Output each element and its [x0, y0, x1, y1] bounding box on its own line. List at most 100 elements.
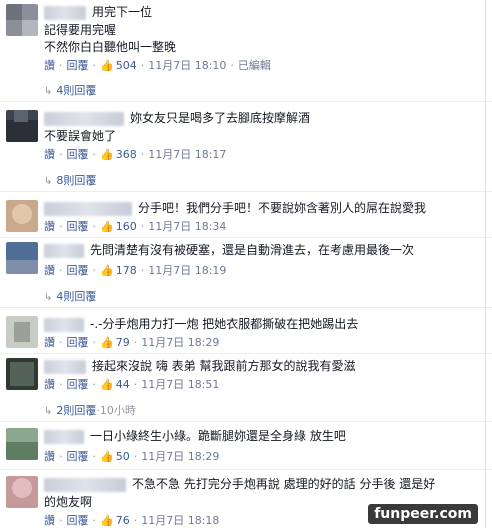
avatar[interactable] — [6, 200, 38, 232]
comment-line: 不然你白白聽他叫一整晚 — [44, 40, 177, 54]
like-count[interactable]: 504 — [116, 59, 137, 72]
comment-line: 不急不急 先打完分手炮再說 處理的好的話 分手後 還是好 — [132, 477, 436, 491]
avatar[interactable] — [6, 242, 38, 274]
avatar[interactable] — [6, 110, 38, 142]
thumbs-up-icon: 👍 — [100, 450, 114, 463]
comment-meta: 讚 · 回覆 · 👍 79 · 11月7日 18:29 — [44, 336, 220, 349]
comment-line: 妳女友只是喝多了去腳底按摩解酒 — [130, 111, 311, 125]
commenter-name-blurred[interactable] — [44, 112, 124, 126]
comment-meta: 讚 · 回覆 · 👍 76 · 11月7日 18:18 — [44, 514, 220, 527]
comment-line: 分手吧！我們分手吧！不要說妳含著別人的屌在說愛我 — [138, 201, 427, 215]
comment-date[interactable]: 11月7日 18:51 — [141, 378, 219, 391]
reply-link[interactable]: 回覆 — [67, 336, 89, 349]
commenter-name-blurred[interactable] — [44, 478, 126, 492]
thumbs-up-icon: 👍 — [100, 59, 114, 72]
comment-line: 一日小綠終生小綠。跪斷腿妳還是全身綠 放生吧 — [90, 429, 346, 443]
reply-arrow-icon: ↳ — [44, 176, 53, 187]
divider — [0, 237, 492, 238]
avatar[interactable] — [6, 4, 38, 36]
like-count[interactable]: 178 — [116, 264, 137, 277]
reply-link[interactable]: 回覆 — [67, 220, 89, 233]
thumbs-up-icon: 👍 — [100, 514, 114, 527]
comment-line: 不要誤會她了 — [44, 129, 117, 143]
comment-date[interactable]: 11月7日 18:18 — [141, 514, 219, 527]
like-link[interactable]: 讚 — [44, 450, 55, 463]
commenter-name-blurred[interactable] — [44, 430, 84, 444]
like-count[interactable]: 79 — [116, 336, 130, 349]
divider — [0, 191, 492, 192]
reply-link[interactable]: 回覆 — [67, 59, 89, 72]
comment-line: 用完下一位 — [92, 5, 153, 19]
like-link[interactable]: 讚 — [44, 264, 55, 277]
comment-meta: 讚 · 回覆 · 👍 178 · 11月7日 18:19 — [44, 264, 227, 277]
divider — [0, 421, 492, 422]
comment-meta: 讚 · 回覆 · 👍 44 · 11月7日 18:51 — [44, 378, 220, 391]
view-replies-link[interactable]: ↳ 4則回覆 — [44, 288, 96, 304]
thumbs-up-icon: 👍 — [100, 220, 114, 233]
divider — [0, 353, 492, 354]
like-link[interactable]: 讚 — [44, 336, 55, 349]
comment-date[interactable]: 11月7日 18:10 — [148, 59, 226, 72]
comment-line: 的炮友啊 — [44, 495, 93, 509]
like-count[interactable]: 76 — [116, 514, 130, 527]
comment-line: 記得要用完喔 — [44, 23, 117, 37]
reply-arrow-icon: ↳ — [44, 86, 53, 97]
like-count[interactable]: 368 — [116, 148, 137, 161]
thumbs-up-icon: 👍 — [100, 378, 114, 391]
comment-date[interactable]: 11月7日 18:29 — [141, 450, 219, 463]
comment-line: -.-分手炮用力打一炮 把她衣服都撕破在把她踢出去 — [90, 317, 359, 331]
like-count[interactable]: 44 — [116, 378, 130, 391]
replies-count[interactable]: 8則回覆 — [56, 174, 96, 187]
comment-thread: 用完下一位 記得要用完喔 不然你白白聽他叫一整晚 讚 · 回覆 · 👍 504 · 11月7日… — [0, 0, 492, 528]
comment-meta: 讚 · 回覆 · 👍 50 · 11月7日 18:29 — [44, 450, 220, 463]
thumbs-up-icon: 👍 — [100, 148, 114, 161]
comment-date[interactable]: 11月7日 18:34 — [148, 220, 226, 233]
like-link[interactable]: 讚 — [44, 148, 55, 161]
commenter-name-blurred[interactable] — [44, 6, 86, 20]
reply-link[interactable]: 回覆 — [67, 450, 89, 463]
avatar[interactable] — [6, 316, 38, 348]
avatar[interactable] — [6, 476, 38, 508]
view-replies-link[interactable]: ↳ 8則回覆 — [44, 172, 96, 188]
reply-link[interactable]: 回覆 — [67, 148, 89, 161]
like-count[interactable]: 50 — [116, 450, 130, 463]
divider — [0, 469, 492, 470]
comment-date[interactable]: 11月7日 18:29 — [141, 336, 219, 349]
reply-link[interactable]: 回覆 — [67, 378, 89, 391]
replies-count[interactable]: 4則回覆 — [56, 84, 96, 97]
like-link[interactable]: 讚 — [44, 59, 55, 72]
like-count[interactable]: 160 — [116, 220, 137, 233]
replies-time[interactable]: 10小時 — [100, 404, 136, 417]
comment-date[interactable]: 11月7日 18:17 — [148, 148, 226, 161]
view-replies-link[interactable]: ↳ 2則回覆·10小時 — [44, 402, 136, 418]
divider — [0, 307, 492, 308]
reply-link[interactable]: 回覆 — [67, 514, 89, 527]
like-link[interactable]: 讚 — [44, 378, 55, 391]
reply-arrow-icon: ↳ — [44, 406, 53, 417]
commenter-name-blurred[interactable] — [44, 318, 84, 332]
avatar[interactable] — [6, 358, 38, 390]
comment-meta: 讚 · 回覆 · 👍 504 · 11月7日 18:10 · 已編輯 — [44, 59, 271, 72]
comment-meta: 讚 · 回覆 · 👍 160 · 11月7日 18:34 — [44, 220, 227, 233]
edited-label[interactable]: 已編輯 — [238, 59, 271, 72]
scroll-edge — [485, 0, 486, 528]
thumbs-up-icon: 👍 — [100, 264, 114, 277]
thumbs-up-icon: 👍 — [100, 336, 114, 349]
avatar[interactable] — [6, 428, 38, 460]
comment-line: 先問清楚有沒有被硬塞，還是自動滑進去，在考慮用最後一次 — [90, 243, 415, 257]
commenter-name-blurred[interactable] — [44, 244, 84, 258]
reply-link[interactable]: 回覆 — [67, 264, 89, 277]
commenter-name-blurred[interactable] — [44, 202, 132, 216]
reply-arrow-icon: ↳ — [44, 292, 53, 303]
view-replies-link[interactable]: ↳ 4則回覆 — [44, 82, 96, 98]
divider — [0, 101, 492, 102]
comment-meta: 讚 · 回覆 · 👍 368 · 11月7日 18:17 — [44, 148, 227, 161]
like-link[interactable]: 讚 — [44, 514, 55, 527]
watermark: funpeer.com — [368, 504, 478, 524]
commenter-name-blurred[interactable] — [44, 360, 86, 374]
comment-line: 接起來沒說 嗨 表弟 幫我跟前方那女的說我有愛滋 — [92, 359, 356, 373]
replies-count[interactable]: 4則回覆 — [56, 290, 96, 303]
replies-count[interactable]: 2則回覆 — [56, 404, 96, 417]
comment-date[interactable]: 11月7日 18:19 — [148, 264, 226, 277]
like-link[interactable]: 讚 — [44, 220, 55, 233]
